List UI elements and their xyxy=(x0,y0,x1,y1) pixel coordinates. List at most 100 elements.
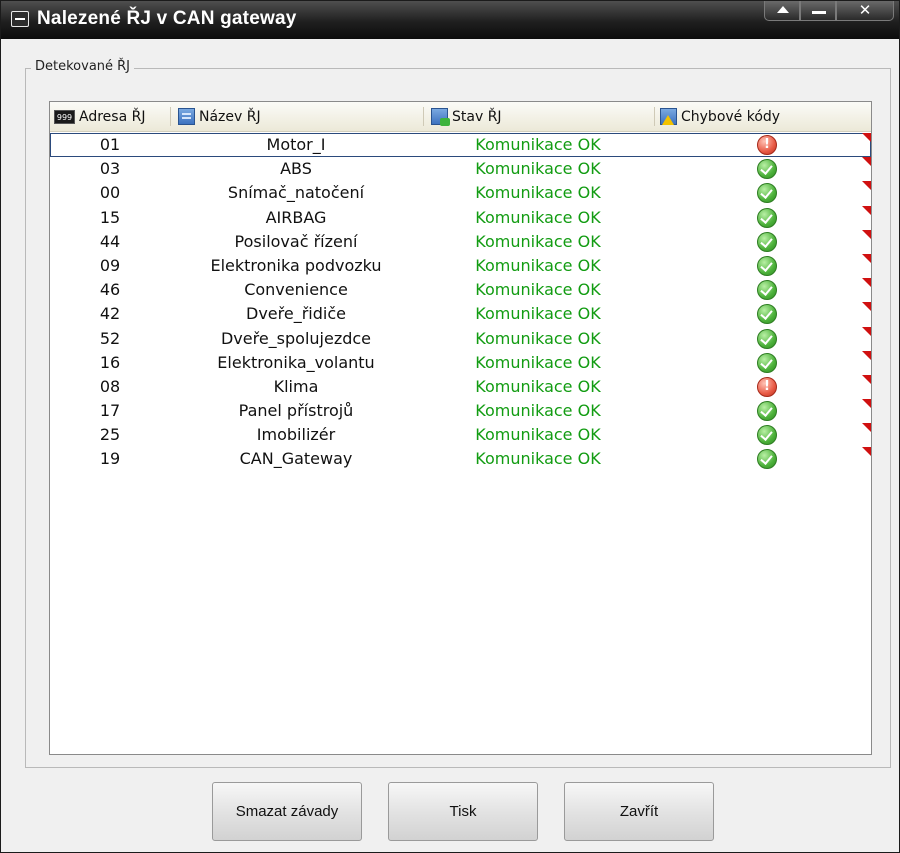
table-row[interactable]: 01 Motor_I Komunikace OK xyxy=(50,133,871,158)
column-header-address[interactable]: 999 Adresa ŘJ xyxy=(54,102,145,131)
ecu-status: Komunikace OK xyxy=(475,280,601,300)
table-row[interactable]: 16 Elektronika_volantu Komunikace OK xyxy=(50,350,871,375)
ecu-address: 19 xyxy=(99,449,121,469)
numeric-icon: 999 xyxy=(54,109,75,124)
row-marker-icon xyxy=(862,157,871,167)
column-name-label: Název ŘJ xyxy=(199,108,261,125)
ecu-status: Komunikace OK xyxy=(475,425,601,445)
column-header-errors[interactable]: Chybové kódy xyxy=(660,102,780,131)
table-row[interactable]: 42 Dveře_řidiče Komunikace OK xyxy=(50,302,871,326)
document-status-icon xyxy=(431,108,450,126)
table-row[interactable]: 17 Panel přístrojů Komunikace OK xyxy=(50,399,871,423)
row-marker-icon xyxy=(862,350,871,360)
ecu-name: Snímač_natočení xyxy=(227,183,365,203)
ecu-name: AIRBAG xyxy=(265,207,327,227)
ecu-error-state xyxy=(654,423,868,447)
ecu-error-state xyxy=(654,447,868,471)
table-row[interactable]: 44 Posilovač řízení Komunikace OK xyxy=(50,229,871,254)
dialog-window: Nalezené ŘJ v CAN gateway ✕ Detekované Ř… xyxy=(0,0,900,853)
ecu-status: Komunikace OK xyxy=(475,449,601,469)
print-button[interactable]: Tisk xyxy=(388,782,538,841)
ok-check-icon xyxy=(757,401,777,422)
table-row[interactable]: 03 ABS Komunikace OK xyxy=(50,157,871,181)
ecu-status: Komunikace OK xyxy=(475,183,601,203)
ecu-status: Komunikace OK xyxy=(475,401,601,421)
ecu-address: 08 xyxy=(99,376,121,396)
ok-check-icon xyxy=(757,183,777,204)
window-title: Nalezené ŘJ v CAN gateway xyxy=(37,8,297,29)
error-alert-icon xyxy=(757,135,777,155)
table-row[interactable]: 52 Dveře_spolujezdce Komunikace OK xyxy=(50,326,871,351)
row-marker-icon xyxy=(862,423,871,433)
system-menu-icon[interactable] xyxy=(11,11,29,27)
ok-check-icon xyxy=(757,304,777,325)
ecu-error-state xyxy=(654,230,868,254)
minimize-button[interactable] xyxy=(800,1,836,21)
ecu-name: Imobilizér xyxy=(256,425,336,445)
table-row[interactable]: 08 Klima Komunikace OK xyxy=(50,374,871,399)
row-marker-icon xyxy=(862,133,871,142)
table-row[interactable]: 25 Imobilizér Komunikace OK xyxy=(50,423,871,447)
ecu-name: Elektronika_volantu xyxy=(217,352,375,372)
ecu-name: Klima xyxy=(273,376,319,396)
minimize-icon xyxy=(812,11,826,14)
table-row[interactable]: 00 Snímač_natočení Komunikace OK xyxy=(50,181,871,205)
ecu-error-state xyxy=(654,133,868,157)
ecu-name: ABS xyxy=(280,159,312,179)
ecu-address: 15 xyxy=(99,207,121,227)
ecu-address: 16 xyxy=(99,352,121,372)
clear-faults-button[interactable]: Smazat závady xyxy=(212,782,362,841)
column-errors-label: Chybové kódy xyxy=(681,108,781,125)
column-divider[interactable] xyxy=(423,107,424,126)
ecu-name: Panel přístrojů xyxy=(238,401,354,421)
ecu-error-state xyxy=(654,375,868,399)
ecu-error-state xyxy=(654,399,868,423)
title-bar[interactable]: Nalezené ŘJ v CAN gateway ✕ xyxy=(1,1,899,39)
ecu-address: 00 xyxy=(99,183,121,203)
table-row[interactable]: 15 AIRBAG Komunikace OK xyxy=(50,205,871,230)
column-divider[interactable] xyxy=(170,107,171,126)
ecu-name: Posilovač řízení xyxy=(234,231,358,251)
ecu-status: Komunikace OK xyxy=(475,328,601,348)
row-marker-icon xyxy=(862,205,871,215)
close-window-button[interactable]: ✕ xyxy=(836,1,894,21)
ecu-name: Motor_I xyxy=(266,135,326,154)
ecu-status: Komunikace OK xyxy=(475,255,601,275)
ok-check-icon xyxy=(757,207,777,228)
ecu-address: 25 xyxy=(99,425,121,445)
ecu-error-state xyxy=(654,157,868,181)
column-divider[interactable] xyxy=(654,107,655,126)
ecu-name: Dveře_řidiče xyxy=(246,304,346,324)
restore-button[interactable] xyxy=(764,1,800,21)
document-icon xyxy=(178,108,195,125)
column-header-name[interactable]: Název ŘJ xyxy=(178,102,261,131)
ecu-address: 01 xyxy=(99,135,121,154)
table-row[interactable]: 46 Convenience Komunikace OK xyxy=(50,278,871,302)
ok-check-icon xyxy=(757,159,777,180)
row-marker-icon xyxy=(862,181,871,191)
row-marker-icon xyxy=(862,447,871,457)
ecu-status: Komunikace OK xyxy=(475,135,601,154)
ecu-list[interactable]: 999 Adresa ŘJ Název ŘJ Stav ŘJ Chybové k… xyxy=(49,101,872,755)
close-icon: ✕ xyxy=(858,1,872,19)
ecu-error-state xyxy=(654,351,868,375)
ok-check-icon xyxy=(757,280,777,301)
ecu-status: Komunikace OK xyxy=(475,304,601,324)
ecu-error-state xyxy=(654,278,868,302)
column-header-status[interactable]: Stav ŘJ xyxy=(431,102,502,131)
ecu-address: 09 xyxy=(99,255,121,275)
ecu-name: CAN_Gateway xyxy=(239,449,353,469)
ecu-error-state xyxy=(654,254,868,278)
table-row[interactable]: 19 CAN_Gateway Komunikace OK xyxy=(50,447,871,471)
table-row[interactable]: 09 Elektronika podvozku Komunikace OK xyxy=(50,253,871,278)
close-button[interactable]: Zavřít xyxy=(564,782,714,841)
ecu-name: Elektronika podvozku xyxy=(210,255,382,275)
ecu-status: Komunikace OK xyxy=(475,231,601,251)
ecu-address: 42 xyxy=(99,304,121,324)
ecu-name: Dveře_spolujezdce xyxy=(220,328,372,348)
restore-icon xyxy=(777,6,789,13)
ok-check-icon xyxy=(757,352,777,373)
ecu-status: Komunikace OK xyxy=(475,352,601,372)
column-address-label: Adresa ŘJ xyxy=(79,108,146,125)
ecu-error-state xyxy=(654,327,868,351)
